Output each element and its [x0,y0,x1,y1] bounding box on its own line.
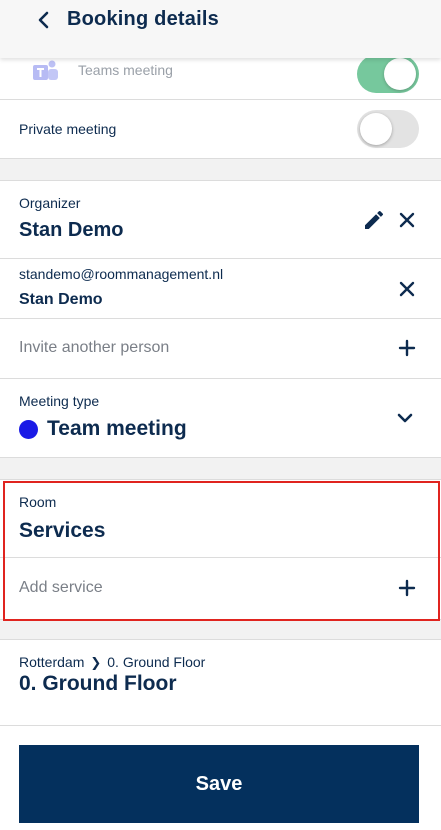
toggle-knob [384,58,416,90]
organizer-name: Stan Demo [19,219,124,241]
pencil-icon[interactable] [362,208,386,232]
meeting-type-row[interactable]: Meeting type Team meeting [0,379,441,458]
organizer-label: Organizer [19,195,81,211]
section-gap [0,159,441,181]
close-icon[interactable] [395,277,419,301]
organizer-row: Organizer Stan Demo [0,181,441,259]
meeting-type-color-dot [19,420,38,439]
add-service-row[interactable]: Add service [0,558,441,620]
breadcrumb-city: Rotterdam [19,654,85,670]
private-meeting-toggle[interactable] [357,110,419,148]
attendee-name: Stan Demo [19,291,103,308]
meeting-type-label: Meeting type [19,393,100,409]
invite-input[interactable]: Invite another person [19,339,169,357]
teams-meeting-toggle[interactable] [357,55,419,93]
room-value: Services [19,519,106,542]
add-service-input[interactable]: Add service [19,579,103,597]
plus-icon[interactable] [395,336,419,360]
floor-name: 0. Ground Floor [19,672,177,695]
room-row: Room Services [0,480,441,558]
chevron-right-icon: ❯ [90,655,102,670]
teams-meeting-label: Teams meeting [78,62,173,78]
close-icon[interactable] [395,208,419,232]
room-label: Room [19,494,57,510]
meeting-type-value: Team meeting [47,417,187,440]
toggle-knob [360,113,392,145]
teams-icon [33,59,59,83]
invite-row[interactable]: Invite another person [0,319,441,379]
private-meeting-row: Private meeting [0,100,441,159]
breadcrumb: Rotterdam ❯ 0. Ground Floor [19,654,205,671]
breadcrumb-floor: 0. Ground Floor [107,654,206,670]
attendee-row: standemo@roommanagement.nl Stan Demo [0,259,441,319]
chevron-left-icon[interactable] [34,10,54,30]
private-meeting-label: Private meeting [19,121,117,137]
attendee-email: standemo@roommanagement.nl [19,266,224,282]
app-header: Booking details [0,0,441,58]
page-title: Booking details [67,8,219,30]
section-gap [0,620,441,640]
save-button[interactable]: Save [19,745,419,823]
plus-icon[interactable] [395,576,419,600]
section-gap [0,458,441,480]
chevron-down-icon[interactable] [393,406,417,430]
